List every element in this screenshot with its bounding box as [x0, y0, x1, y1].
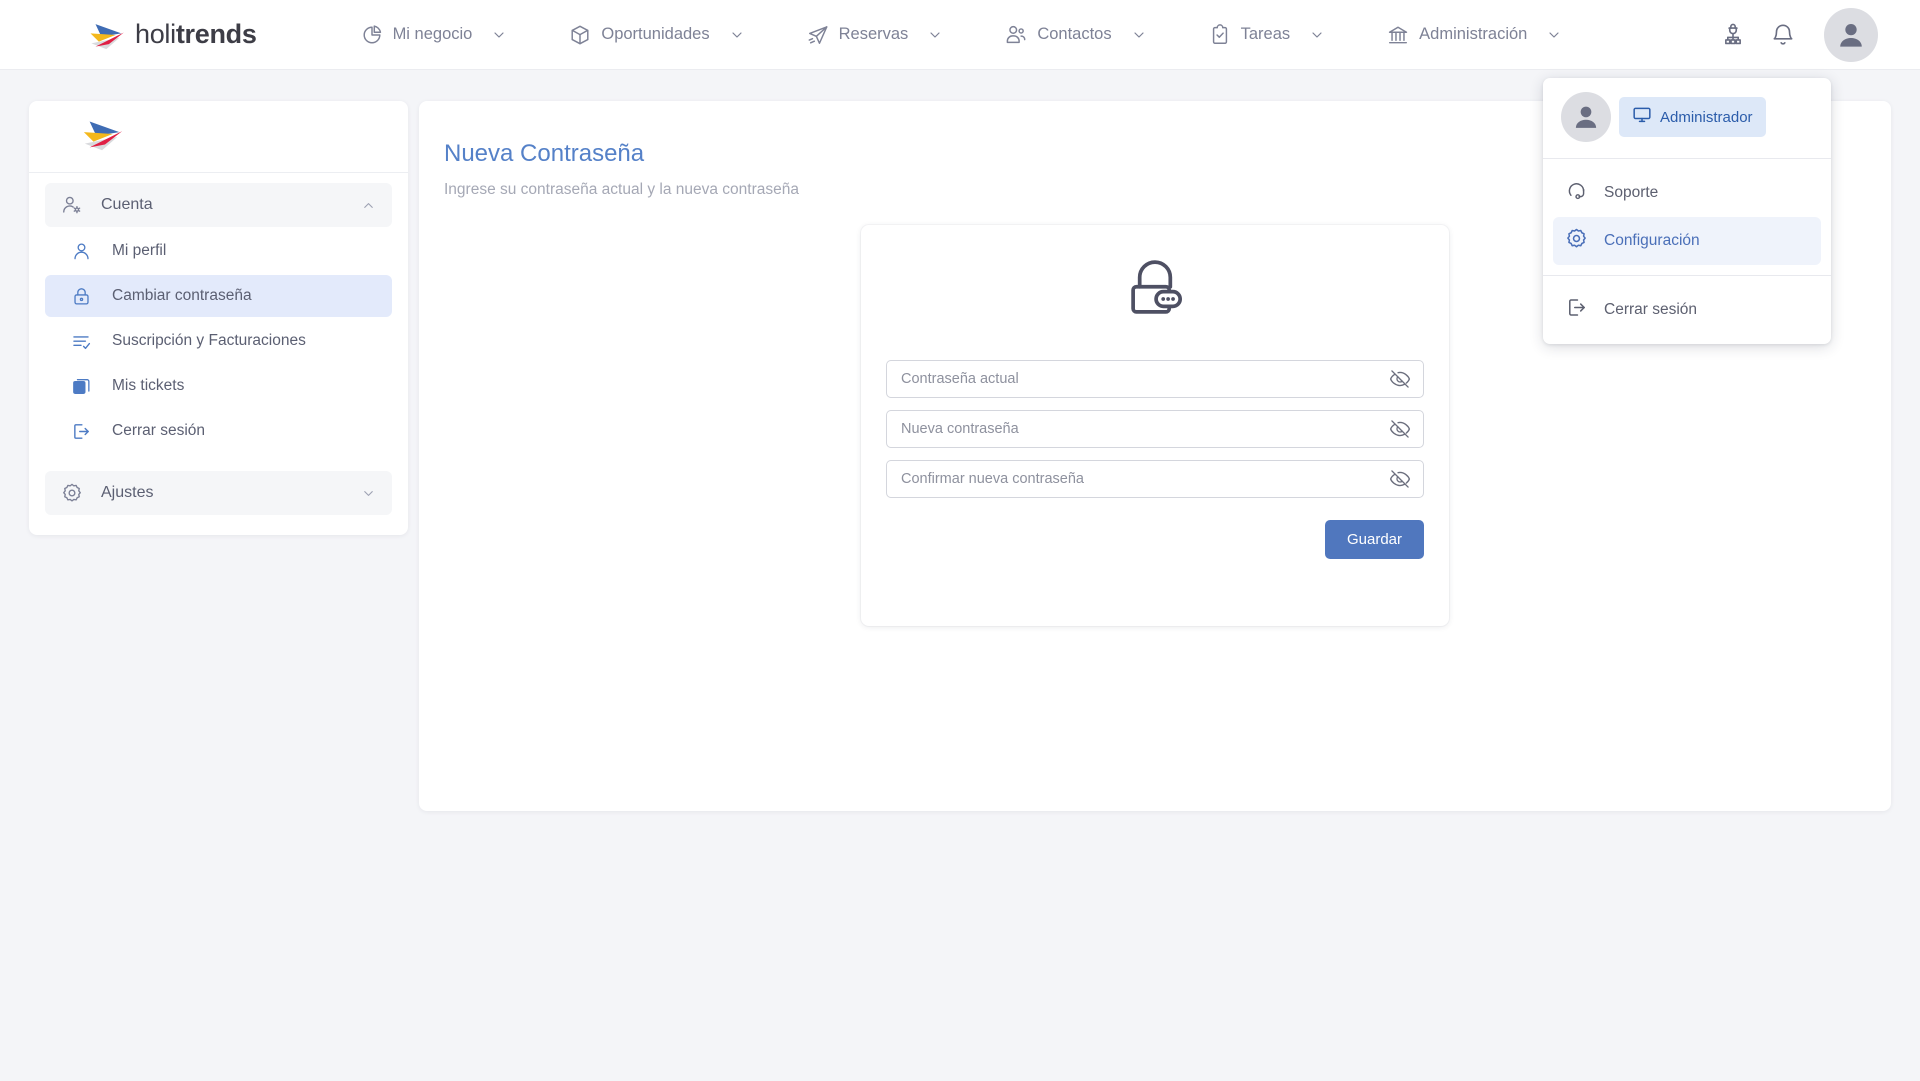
role-badge: Administrador — [1619, 97, 1766, 137]
main-menu: Mi negocio Oportunidades Reservas Contac… — [347, 16, 1577, 54]
lock-icon — [71, 286, 92, 307]
brand-logo-link[interactable]: holitrends — [88, 19, 257, 51]
sidebar-group-label: Cuenta — [101, 196, 153, 213]
dropdown-avatar — [1561, 92, 1611, 142]
sidebar-item-mis-tickets[interactable]: Mis tickets — [45, 365, 392, 407]
sidebar-item-suscripcion-facturaciones[interactable]: Suscripción y Facturaciones — [45, 320, 392, 362]
dropdown-item-soporte[interactable]: Soporte — [1553, 169, 1821, 217]
chevron-down-icon — [729, 27, 745, 43]
dropdown-item-cerrar-sesion[interactable]: Cerrar sesión — [1553, 286, 1821, 334]
sidebar-logo[interactable] — [29, 101, 408, 173]
role-badge-label: Administrador — [1660, 108, 1753, 126]
chevron-down-icon — [361, 486, 376, 501]
save-button[interactable]: Guardar — [1324, 520, 1424, 559]
chevron-down-icon — [927, 27, 943, 43]
sidebar-item-label: Cerrar sesión — [112, 422, 206, 439]
sidebar-item-label: Cambiar contraseña — [112, 287, 252, 304]
sidebar-item-cambiar-contrasena[interactable]: Cambiar contraseña — [45, 275, 392, 317]
box-3d-icon — [569, 24, 591, 46]
confirm-password-input[interactable] — [887, 461, 1423, 497]
dropdown-logout-section: Cerrar sesión — [1543, 276, 1831, 344]
nav-item-label: Reservas — [838, 25, 909, 43]
chevron-down-icon — [1309, 27, 1325, 43]
current-password-field[interactable] — [886, 360, 1424, 398]
navbar-right-actions — [1720, 7, 1878, 62]
eye-off-icon-new[interactable] — [1389, 418, 1411, 440]
hero-icon-wrapper — [861, 225, 1449, 330]
nav-item-label: Administración — [1419, 25, 1528, 43]
bell-notification-icon[interactable] — [1770, 22, 1796, 48]
dropdown-item-label: Cerrar sesión — [1604, 301, 1698, 318]
dropdown-item-list: Soporte Configuración — [1543, 159, 1831, 275]
account-sidebar: Cuenta Mi perfil Cambiar contraseña Susc… — [29, 101, 408, 535]
nav-item-label: Tareas — [1240, 25, 1291, 43]
user-avatar-button[interactable] — [1824, 7, 1878, 62]
dropdown-item-label: Soporte — [1604, 184, 1659, 201]
monitor-screen-icon — [1632, 105, 1652, 129]
sidebar-group-cuenta[interactable]: Cuenta — [45, 183, 392, 227]
padlock-password-icon — [1120, 255, 1190, 330]
tickets-stack-icon — [71, 376, 92, 397]
change-password-form-card: Guardar — [861, 225, 1449, 626]
dropdown-profile-header: Administrador — [1543, 78, 1831, 158]
clipboard-check-icon — [1209, 23, 1231, 46]
profile-dropdown-menu: Administrador Soporte Configuración Cerr… — [1543, 78, 1831, 344]
brand-wordmark: holitrends — [135, 19, 257, 50]
chevron-down-icon — [1546, 27, 1562, 43]
nav-item-administracion[interactable]: Administración — [1373, 16, 1576, 54]
sidebar-group-ajustes[interactable]: Ajustes — [45, 471, 392, 515]
pie-chart-icon — [361, 24, 383, 46]
confirm-password-field[interactable] — [886, 460, 1424, 498]
user-gear-icon — [61, 194, 83, 216]
nav-item-oportunidades[interactable]: Oportunidades — [555, 16, 758, 54]
nav-item-label: Oportunidades — [601, 25, 710, 43]
nav-item-tareas[interactable]: Tareas — [1195, 16, 1340, 54]
new-password-input[interactable] — [887, 411, 1423, 447]
nav-item-label: Mi negocio — [392, 25, 473, 43]
current-password-input[interactable] — [887, 361, 1423, 397]
brand-name-thin: holi — [135, 19, 176, 49]
holitrends-bird-logo-icon — [88, 19, 128, 51]
nav-item-contactos[interactable]: Contactos — [991, 16, 1160, 54]
gear-icon — [61, 482, 83, 504]
list-check-icon — [71, 331, 92, 352]
users-icon — [1005, 24, 1027, 46]
page-title: Nueva Contraseña — [444, 140, 645, 167]
new-password-field[interactable] — [886, 410, 1424, 448]
sidebar-item-label: Mis tickets — [112, 377, 185, 394]
brand-name-bold: trends — [175, 19, 257, 49]
holitrends-bird-logo-icon — [81, 115, 127, 158]
logout-icon — [1565, 296, 1588, 324]
sidebar-item-cerrar-sesion[interactable]: Cerrar sesión — [45, 410, 392, 452]
user-icon — [71, 241, 92, 262]
sidebar-item-label: Mi perfil — [112, 242, 167, 259]
gear-icon — [1565, 227, 1588, 255]
eye-off-icon-current[interactable] — [1389, 368, 1411, 390]
top-navigation-bar: holitrends Mi negocio Oportunidades Rese… — [0, 0, 1920, 70]
dropdown-item-label: Configuración — [1604, 232, 1700, 249]
chevron-up-icon — [361, 198, 376, 213]
sidebar-item-label: Suscripción y Facturaciones — [112, 332, 306, 349]
form-actions: Guardar — [861, 498, 1449, 559]
sidebar-group-label: Ajustes — [101, 484, 154, 501]
chevron-down-icon — [491, 27, 507, 43]
paper-plane-icon — [807, 24, 829, 46]
agent-supervisor-icon[interactable] — [1720, 22, 1746, 48]
chevron-down-icon — [1131, 27, 1147, 43]
headset-support-icon — [1565, 179, 1588, 207]
nav-item-reservas[interactable]: Reservas — [793, 16, 958, 54]
nav-item-mi-negocio[interactable]: Mi negocio — [347, 16, 522, 54]
nav-item-label: Contactos — [1037, 25, 1112, 43]
page-subtitle: Ingrese su contraseña actual y la nueva … — [444, 181, 800, 198]
eye-off-icon-confirm[interactable] — [1389, 468, 1411, 490]
dropdown-item-configuracion[interactable]: Configuración — [1553, 217, 1821, 265]
logout-icon — [71, 421, 92, 442]
bank-icon — [1387, 24, 1409, 46]
sidebar-item-mi-perfil[interactable]: Mi perfil — [45, 230, 392, 272]
